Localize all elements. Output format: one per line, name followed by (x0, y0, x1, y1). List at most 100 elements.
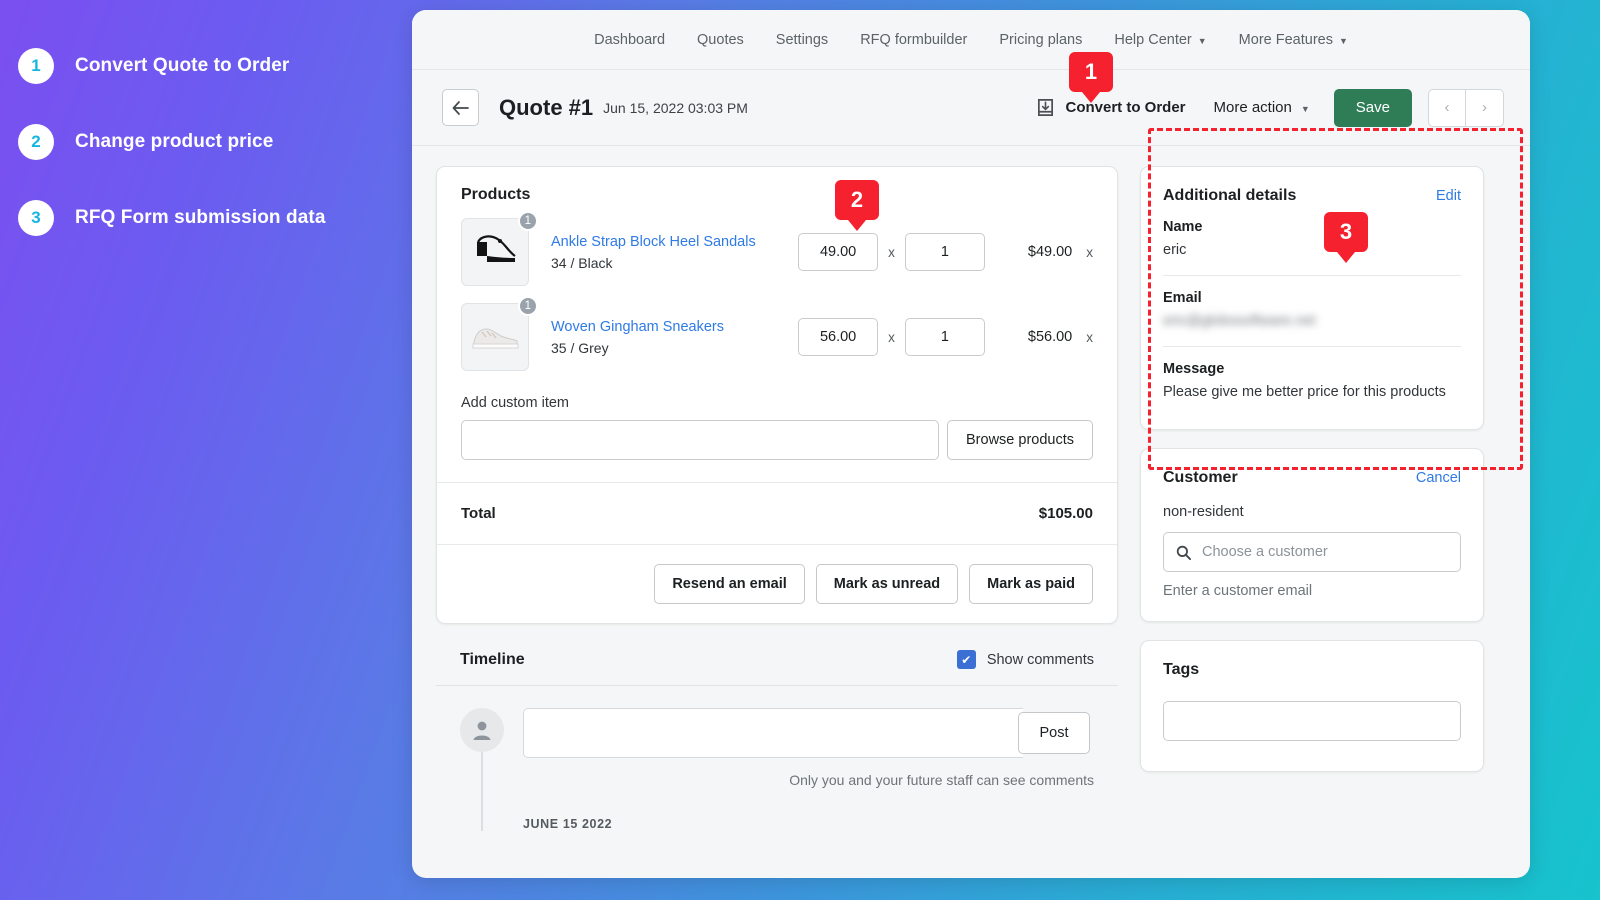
customer-search-box[interactable]: Choose a customer (1163, 532, 1461, 572)
nav-label: Dashboard (594, 32, 665, 48)
tags-title: Tags (1163, 661, 1461, 679)
product-thumbnail (461, 218, 529, 286)
user-avatar-icon (469, 717, 495, 743)
resend-email-button[interactable]: Resend an email (654, 564, 804, 604)
product-variant: 34 / Black (551, 255, 798, 271)
customer-title: Customer (1163, 469, 1238, 487)
product-line-total: $56.00 (1013, 329, 1072, 345)
nav-item-quotes[interactable]: Quotes (681, 32, 760, 48)
step-label: RFQ Form submission data (75, 207, 326, 229)
custom-item-input[interactable] (461, 420, 939, 460)
comment-input[interactable] (523, 708, 1023, 758)
quote-header: Quote #1 Jun 15, 2022 03:03 PM Convert t… (412, 70, 1530, 146)
avatar (460, 708, 504, 752)
multiply-symbol: x (888, 330, 895, 345)
timeline-right: Post Only you and your future staff can … (523, 708, 1094, 831)
callout-marker-1: 1 (1069, 52, 1113, 92)
post-comment-button[interactable]: Post (1018, 712, 1090, 754)
product-variant: 35 / Grey (551, 340, 798, 356)
nav-label: Pricing plans (999, 32, 1082, 48)
step-item-1: 1 Convert Quote to Order (18, 48, 420, 84)
browse-products-button[interactable]: Browse products (947, 420, 1093, 460)
product-info: Ankle Strap Block Heel Sandals 34 / Blac… (551, 234, 798, 271)
sneaker-icon (468, 322, 522, 352)
products-card: Products 1 (436, 166, 1118, 624)
product-qty-badge: 1 (518, 211, 538, 231)
more-action-dropdown[interactable]: More action ▼ (1214, 99, 1310, 116)
add-custom-item-label: Add custom item (461, 395, 1093, 411)
step-label: Convert Quote to Order (75, 55, 289, 77)
edit-additional-details-link[interactable]: Edit (1436, 188, 1461, 204)
product-name-link[interactable]: Ankle Strap Block Heel Sandals (551, 234, 798, 250)
field-label: Email (1163, 290, 1461, 306)
next-button[interactable]: › (1466, 89, 1504, 127)
side-column: Additional details Edit Name eric Email … (1140, 166, 1484, 831)
mark-as-paid-button[interactable]: Mark as paid (969, 564, 1093, 604)
step-number-badge: 2 (18, 124, 54, 160)
previous-button[interactable]: ‹ (1428, 89, 1466, 127)
customer-hint: Enter a customer email (1163, 583, 1461, 599)
comment-row: Post (523, 708, 1094, 758)
step-item-2: 2 Change product price (18, 124, 420, 160)
chevron-down-icon: ▼ (1301, 104, 1310, 114)
step-label: Change product price (75, 131, 273, 153)
import-to-tray-icon (1036, 98, 1055, 117)
cancel-customer-link[interactable]: Cancel (1416, 470, 1461, 486)
nav-item-rfq-formbuilder[interactable]: RFQ formbuilder (844, 32, 983, 48)
step-number-badge: 3 (18, 200, 54, 236)
timeline-date-divider: JUNE 15 2022 (523, 817, 1094, 831)
product-thumbnail-wrap: 1 (461, 303, 529, 371)
multiply-symbol: x (888, 245, 895, 260)
field-label: Message (1163, 361, 1461, 377)
checkbox-icon: ✔ (957, 650, 976, 669)
products-title: Products (461, 186, 1093, 204)
nav-label: Help Center (1114, 32, 1191, 48)
timeline-body: Post Only you and your future staff can … (436, 685, 1118, 831)
step-item-3: 3 RFQ Form submission data (18, 200, 420, 236)
product-price-input[interactable] (798, 318, 878, 356)
pager: ‹ › (1428, 89, 1504, 127)
back-button[interactable] (442, 89, 479, 126)
callout-marker-3: 3 (1324, 212, 1368, 252)
product-thumbnail (461, 303, 529, 371)
tags-input[interactable] (1163, 701, 1461, 741)
steps-sidebar: 1 Convert Quote to Order 2 Change produc… (0, 0, 420, 900)
nav-item-settings[interactable]: Settings (760, 32, 844, 48)
show-comments-toggle[interactable]: ✔ Show comments (957, 650, 1094, 669)
total-row: Total $105.00 (437, 483, 1117, 544)
nav-item-more-features[interactable]: More Features ▼ (1223, 32, 1364, 48)
arrow-left-icon (452, 101, 469, 115)
field-value: Please give me better price for this pro… (1163, 382, 1461, 404)
remove-product-button[interactable]: x (1086, 245, 1093, 260)
detail-field-email: Email eric@globosoftware.net (1163, 276, 1461, 347)
step-number-badge: 1 (18, 48, 54, 84)
product-quantity-input[interactable] (905, 233, 985, 271)
save-button[interactable]: Save (1334, 89, 1412, 127)
product-name-link[interactable]: Woven Gingham Sneakers (551, 319, 798, 335)
convert-to-order-button[interactable]: Convert to Order (1036, 98, 1185, 117)
remove-product-button[interactable]: x (1086, 330, 1093, 345)
timeline-title: Timeline (460, 651, 525, 669)
nav-label: Quotes (697, 32, 744, 48)
nav-label: More Features (1239, 32, 1333, 48)
nav-item-pricing-plans[interactable]: Pricing plans (983, 32, 1098, 48)
search-icon (1176, 545, 1191, 560)
detail-field-message: Message Please give me better price for … (1163, 347, 1461, 408)
product-quantity-input[interactable] (905, 318, 985, 356)
chevron-down-icon: ▼ (1339, 36, 1348, 46)
customer-search-placeholder: Choose a customer (1202, 544, 1328, 560)
show-comments-label: Show comments (987, 652, 1094, 668)
nav-item-dashboard[interactable]: Dashboard (578, 32, 681, 48)
nav-label: RFQ formbuilder (860, 32, 967, 48)
timeline-header: Timeline ✔ Show comments (436, 646, 1118, 685)
product-line-total: $49.00 (1013, 244, 1072, 260)
nav-item-help-center[interactable]: Help Center ▼ (1098, 32, 1222, 48)
product-price-input[interactable] (798, 233, 878, 271)
more-action-label: More action (1214, 99, 1292, 116)
mark-as-unread-button[interactable]: Mark as unread (816, 564, 958, 604)
callout-marker-2: 2 (835, 180, 879, 220)
timeline-connector (481, 748, 483, 831)
detail-field-name: Name eric (1163, 205, 1461, 276)
app-window: Dashboard Quotes Settings RFQ formbuilde… (412, 10, 1530, 878)
additional-details-header: Additional details Edit (1163, 187, 1461, 205)
